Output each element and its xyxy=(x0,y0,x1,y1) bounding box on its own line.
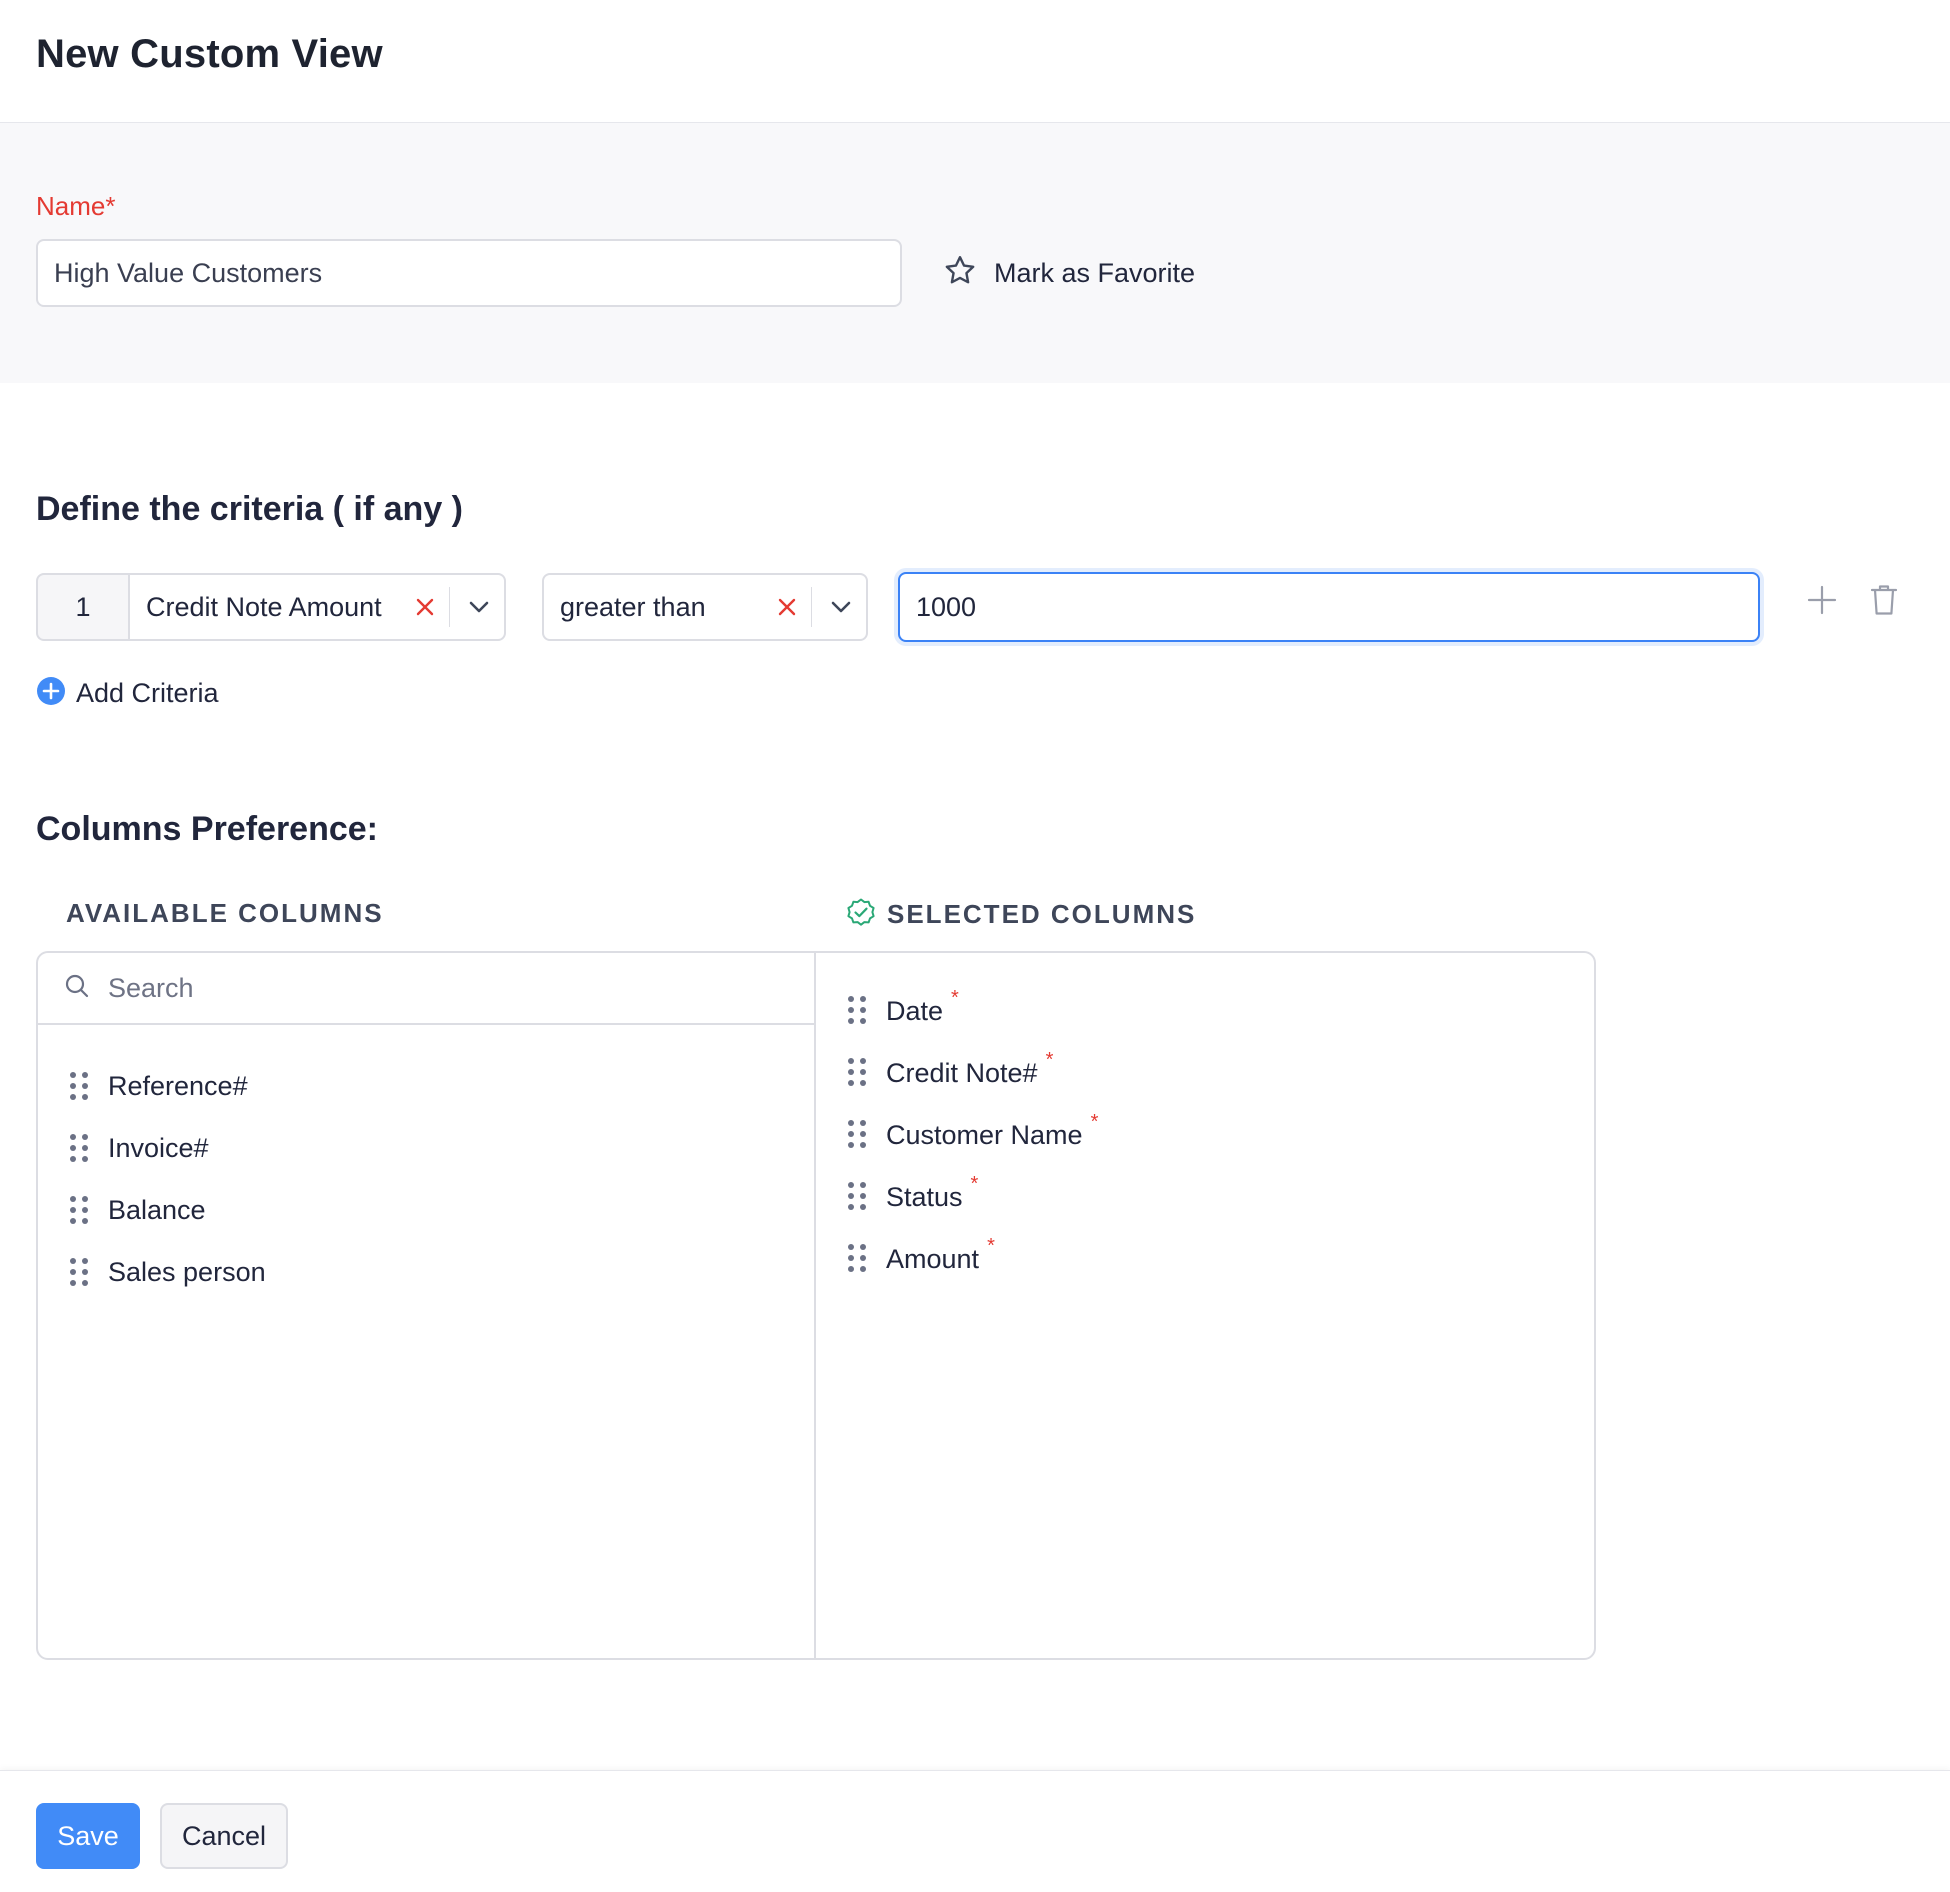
available-columns-panel: Reference# Invoice# Balance Sales person xyxy=(38,953,816,1658)
page-header: New Custom View xyxy=(0,0,1950,123)
drag-handle-icon[interactable] xyxy=(70,1258,88,1286)
selected-column-item[interactable]: Status * xyxy=(816,1165,1594,1227)
check-badge-icon xyxy=(845,896,877,933)
selected-column-label: Customer Name * xyxy=(886,1111,1099,1150)
available-columns-header: AVAILABLE COLUMNS xyxy=(66,898,384,928)
selected-column-item[interactable]: Date * xyxy=(816,979,1594,1041)
selected-column-item[interactable]: Credit Note# * xyxy=(816,1041,1594,1103)
selected-column-label: Credit Note# * xyxy=(886,1049,1054,1088)
add-criteria-button[interactable]: Add Criteria xyxy=(36,676,219,711)
plus-circle-icon xyxy=(36,676,66,711)
columns-box: Reference# Invoice# Balance Sales person… xyxy=(36,951,1596,1660)
criteria-field-value: Credit Note Amount xyxy=(146,591,382,622)
name-row: Mark as Favorite xyxy=(36,239,1950,307)
clear-operator-icon[interactable] xyxy=(767,587,807,627)
available-columns-list: Reference# Invoice# Balance Sales person xyxy=(38,1025,814,1303)
available-column-item[interactable]: Sales person xyxy=(38,1241,814,1303)
selected-column-label: Amount * xyxy=(886,1235,995,1274)
select-separator xyxy=(449,587,450,627)
available-column-item[interactable]: Reference# xyxy=(38,1055,814,1117)
trash-icon[interactable] xyxy=(1864,580,1904,620)
selected-columns-label: SELECTED COLUMNS xyxy=(887,899,1197,929)
drag-handle-icon[interactable] xyxy=(848,1120,866,1148)
criteria-field-select[interactable]: Credit Note Amount xyxy=(128,573,506,641)
selected-column-label: Date * xyxy=(886,987,959,1026)
criteria-index: 1 xyxy=(36,573,128,641)
selected-column-item[interactable]: Customer Name * xyxy=(816,1103,1594,1165)
drag-handle-icon[interactable] xyxy=(848,1244,866,1272)
selected-column-label: Status * xyxy=(886,1173,979,1212)
save-button[interactable]: Save xyxy=(36,1803,140,1869)
footer: Save Cancel xyxy=(0,1770,1950,1892)
name-section: Name* Mark as Favorite xyxy=(0,123,1950,383)
drag-handle-icon[interactable] xyxy=(848,996,866,1024)
chevron-down-icon[interactable] xyxy=(454,577,504,637)
chevron-down-icon[interactable] xyxy=(816,577,866,637)
required-marker: * xyxy=(970,1173,979,1195)
search-input[interactable] xyxy=(108,972,708,1004)
criteria-value-input[interactable] xyxy=(898,572,1760,642)
select-separator xyxy=(811,587,812,627)
name-input[interactable] xyxy=(36,239,902,307)
drag-handle-icon[interactable] xyxy=(70,1072,88,1100)
selected-columns-header: SELECTED COLUMNS xyxy=(845,896,1196,933)
available-column-label: Reference# xyxy=(108,1070,248,1101)
available-column-label: Balance xyxy=(108,1194,206,1225)
search-icon xyxy=(64,973,90,1004)
required-marker: * xyxy=(987,1235,995,1257)
columns-title: Columns Preference: xyxy=(36,810,378,848)
criteria-title: Define the criteria ( if any ) xyxy=(36,490,463,528)
add-criteria-label: Add Criteria xyxy=(76,678,219,708)
required-marker: * xyxy=(951,987,959,1009)
available-column-label: Invoice# xyxy=(108,1132,209,1163)
drag-handle-icon[interactable] xyxy=(848,1058,866,1086)
criteria-operator-select[interactable]: greater than xyxy=(542,573,868,641)
star-icon xyxy=(942,253,978,294)
drag-handle-icon[interactable] xyxy=(70,1134,88,1162)
available-column-item[interactable]: Balance xyxy=(38,1179,814,1241)
cancel-button[interactable]: Cancel xyxy=(160,1803,288,1869)
search-bar xyxy=(38,953,814,1025)
selected-column-item[interactable]: Amount * xyxy=(816,1227,1594,1289)
drag-handle-icon[interactable] xyxy=(848,1182,866,1210)
clear-field-icon[interactable] xyxy=(405,587,445,627)
criteria-row: 1 Credit Note Amount greater than xyxy=(36,572,1760,642)
add-row-icon[interactable] xyxy=(1802,580,1842,620)
required-marker: * xyxy=(1045,1049,1054,1071)
criteria-operator-value: greater than xyxy=(560,591,706,622)
selected-columns-panel: Date * Credit Note# * Customer Name * Statu… xyxy=(816,953,1594,1658)
page-title: New Custom View xyxy=(36,32,383,76)
available-column-label: Sales person xyxy=(108,1256,266,1287)
mark-favorite-toggle[interactable]: Mark as Favorite xyxy=(942,253,1195,294)
name-label: Name* xyxy=(36,191,116,221)
drag-handle-icon[interactable] xyxy=(70,1196,88,1224)
available-column-item[interactable]: Invoice# xyxy=(38,1117,814,1179)
mark-favorite-label: Mark as Favorite xyxy=(994,257,1196,288)
required-marker: * xyxy=(1090,1111,1099,1133)
